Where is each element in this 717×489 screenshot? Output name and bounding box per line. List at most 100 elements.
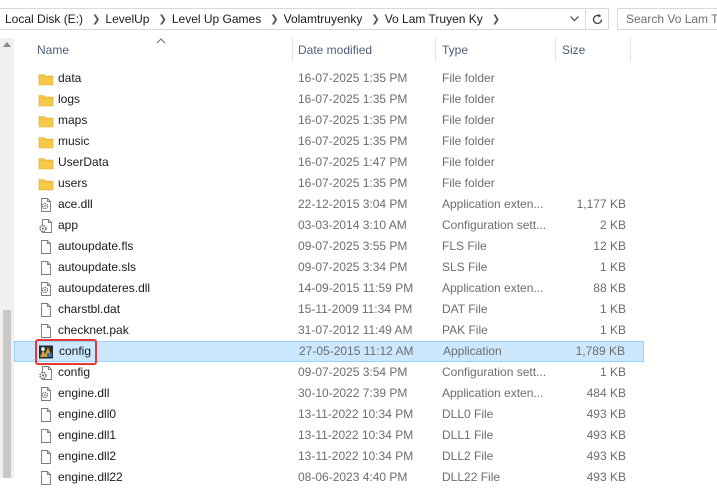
file-row[interactable]: charstbl.dat 15-11-2009 11:34 PM DAT File 1…: [14, 299, 644, 320]
file-size: 12 KB: [593, 239, 626, 253]
column-divider[interactable]: [630, 38, 631, 62]
file-row[interactable]: music 16-07-2025 1:35 PM File folder: [14, 131, 644, 152]
file-size: 1 KB: [599, 302, 626, 316]
file-date: 16-07-2025 1:35 PM: [298, 92, 408, 106]
file-row[interactable]: UserData 16-07-2025 1:47 PM File folder: [14, 152, 644, 173]
search-input[interactable]: Search Vo Lam Tr: [617, 8, 717, 30]
file-row[interactable]: data 16-07-2025 1:35 PM File folder: [14, 68, 644, 89]
file-type: FLS File: [442, 239, 487, 253]
file-row[interactable]: logs 16-07-2025 1:35 PM File folder: [14, 89, 644, 110]
file-row[interactable]: config 09-07-2025 3:54 PM Configuration se…: [14, 362, 644, 383]
file-icon: [38, 323, 54, 339]
file-icon: [38, 470, 54, 486]
folder-icon: [38, 71, 54, 87]
file-date: 15-11-2009 11:34 PM: [298, 302, 413, 316]
file-date: 16-07-2025 1:35 PM: [298, 71, 408, 85]
chevron-right-icon[interactable]: ❯: [149, 14, 166, 25]
file-row[interactable]: autoupdate.fls 09-07-2025 3:55 PM FLS File…: [14, 236, 644, 257]
column-header-date[interactable]: Date modified: [298, 38, 372, 62]
dll-file-icon: [38, 281, 54, 297]
breadcrumb-item-vo-lam-truyen-ky[interactable]: Vo Lam Truyen Ky: [380, 12, 483, 26]
file-date: 16-07-2025 1:35 PM: [298, 134, 408, 148]
file-row[interactable]: autoupdateres.dll 14-09-2015 11:59 PM Appl…: [14, 278, 644, 299]
file-icon: [38, 407, 54, 423]
file-name: engine.dll: [58, 386, 110, 400]
config-file-icon: [38, 218, 54, 234]
file-type: DLL1 File: [442, 428, 494, 442]
file-date: 09-07-2025 3:55 PM: [298, 239, 408, 253]
file-type: PAK File: [442, 323, 488, 337]
file-size: 1,177 KB: [576, 197, 626, 211]
file-size: 2 KB: [599, 218, 626, 232]
file-date: 13-11-2022 10:34 PM: [298, 428, 414, 442]
file-type: File folder: [442, 155, 495, 169]
column-divider[interactable]: [555, 38, 556, 62]
file-name: autoupdate.sls: [58, 260, 137, 274]
column-divider[interactable]: [435, 38, 436, 62]
file-size: 1 KB: [599, 323, 626, 337]
file-row[interactable]: maps 16-07-2025 1:35 PM File folder: [14, 110, 644, 131]
file-date: 13-11-2022 10:34 PM: [298, 449, 414, 463]
file-name: engine.dll0: [58, 407, 117, 421]
file-type: File folder: [442, 71, 495, 85]
file-row[interactable]: engine.dll2 13-11-2022 10:34 PM DLL2 File 4…: [14, 446, 644, 467]
scroll-up-icon[interactable]: [3, 42, 11, 47]
chevron-right-icon[interactable]: ❯: [362, 14, 379, 25]
file-type: Application exten...: [442, 197, 544, 211]
breadcrumb[interactable]: Local Disk (E:) ❯ LevelUp ❯ Level Up Gam…: [0, 8, 586, 30]
file-date: 14-09-2015 11:59 PM: [298, 281, 414, 295]
file-type: SLS File: [442, 260, 488, 274]
chevron-right-icon[interactable]: ❯: [483, 14, 500, 25]
breadcrumb-item-volamtruyenky[interactable]: Volamtruyenky: [279, 12, 363, 26]
file-date: 09-07-2025 3:34 PM: [298, 260, 408, 274]
navigation-scrollbar[interactable]: [0, 38, 14, 478]
file-row[interactable]: autoupdate.sls 09-07-2025 3:34 PM SLS File…: [14, 257, 644, 278]
file-name: music: [58, 134, 90, 148]
file-date: 13-11-2022 10:34 PM: [298, 407, 414, 421]
file-row[interactable]: engine.dll 30-10-2022 7:39 PM Application …: [14, 383, 644, 404]
file-name: config: [58, 365, 91, 379]
file-row[interactable]: checknet.pak 31-07-2012 11:49 AM PAK File 1…: [14, 320, 644, 341]
application-icon: [38, 344, 54, 360]
chevron-right-icon[interactable]: ❯: [83, 14, 100, 25]
file-type: Configuration sett...: [442, 365, 547, 379]
column-divider[interactable]: [292, 38, 293, 62]
file-row[interactable]: users 16-07-2025 1:35 PM File folder: [14, 173, 644, 194]
address-bar: Local Disk (E:) ❯ LevelUp ❯ Level Up Gam…: [0, 0, 717, 38]
breadcrumb-item-levelup[interactable]: LevelUp: [100, 12, 149, 26]
refresh-button[interactable]: [586, 8, 609, 30]
file-row-selected[interactable]: config 27-05-2015 11:12 AM Application 1,78…: [14, 341, 644, 362]
breadcrumb-item-local-disk[interactable]: Local Disk (E:): [0, 12, 83, 26]
file-date: 27-05-2015 11:12 AM: [299, 344, 414, 358]
file-date: 22-12-2015 3:04 PM: [298, 197, 408, 211]
column-header-size[interactable]: Size: [562, 38, 585, 62]
file-type: Configuration sett...: [442, 218, 547, 232]
file-type: Application: [443, 344, 502, 358]
file-list: data 16-07-2025 1:35 PM File folder logs 16…: [14, 68, 717, 488]
file-row[interactable]: engine.dll0 13-11-2022 10:34 PM DLL0 File 4…: [14, 404, 644, 425]
file-row[interactable]: ace.dll 22-12-2015 3:04 PM Application ext…: [14, 194, 644, 215]
file-type: DLL2 File: [442, 449, 494, 463]
scrollbar-thumb[interactable]: [3, 310, 11, 478]
file-icon: [38, 239, 54, 255]
dll-file-icon: [38, 386, 54, 402]
file-size: 484 KB: [586, 386, 626, 400]
dll-file-icon: [38, 197, 54, 213]
file-name: users: [58, 176, 88, 190]
column-header-name[interactable]: Name: [37, 38, 69, 62]
folder-icon: [38, 113, 54, 129]
file-row[interactable]: app 03-03-2014 3:10 AM Configuration sett.…: [14, 215, 644, 236]
file-size: 1 KB: [599, 260, 626, 274]
column-header-type[interactable]: Type: [442, 38, 468, 62]
file-type: File folder: [442, 134, 495, 148]
file-icon: [38, 428, 54, 444]
file-size: 1,789 KB: [575, 344, 625, 358]
file-name: config: [59, 344, 92, 358]
chevron-down-icon[interactable]: [563, 9, 585, 29]
breadcrumb-item-level-up-games[interactable]: Level Up Games: [167, 12, 261, 26]
file-name: maps: [58, 113, 88, 127]
file-name: autoupdateres.dll: [58, 281, 151, 295]
file-date: 03-03-2014 3:10 AM: [298, 218, 407, 232]
file-row[interactable]: engine.dll1 13-11-2022 10:34 PM DLL1 File 4…: [14, 425, 644, 446]
chevron-right-icon[interactable]: ❯: [261, 14, 278, 25]
